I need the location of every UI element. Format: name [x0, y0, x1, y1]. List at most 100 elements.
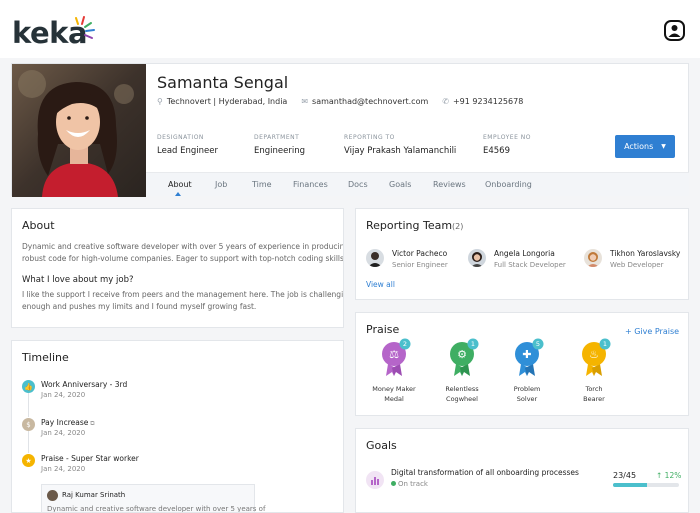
bar-chart-icon [366, 471, 384, 489]
avatar [47, 490, 58, 501]
goals-title: Goals [366, 439, 397, 452]
puzzle-icon: ✚ [515, 338, 544, 376]
department-label: DEPARTMENT [254, 134, 300, 141]
designation-field: DESIGNATION Lead Engineer [157, 134, 218, 156]
reporting-to-label: REPORTING TO [344, 134, 395, 141]
tab-onboarding[interactable]: Onboarding [485, 180, 532, 189]
thumbs-up-icon: 👍 [22, 380, 35, 393]
badge-label: Torch Bearer [570, 384, 618, 404]
location-item: ⚲ Technovert | Hyderabad, India [157, 97, 287, 106]
praise-badge[interactable]: ⚖ 2 Money Maker Medal [370, 338, 418, 404]
timeline-item-date: Jan 24, 2020 [41, 465, 86, 473]
employee-no-label: EMPLOYEE NO [483, 134, 531, 141]
avatar [584, 249, 602, 267]
reporting-team-title-text: Reporting Team [366, 219, 453, 232]
about-title: About [22, 219, 55, 232]
badge-label-line-1: Problem [513, 385, 541, 393]
goal-title[interactable]: Digital transformation of all onboarding… [391, 468, 579, 477]
love-job-text-line-1: I like the support I receive from peers … [22, 290, 344, 299]
chevron-down-icon: ▼ [661, 143, 666, 150]
medal-icon: ⚖ [382, 338, 411, 376]
employee-name: Samanta Sengal [157, 73, 289, 92]
view-all-link[interactable]: View all [366, 280, 395, 289]
goal-progress-bar [613, 483, 679, 487]
team-member-name: Angela Longoria [494, 249, 555, 258]
svg-text:⚙: ⚙ [457, 348, 467, 361]
badge-label-line-2: Cogwheel [446, 395, 478, 403]
tab-docs[interactable]: Docs [348, 180, 368, 189]
svg-text:✚: ✚ [522, 348, 531, 361]
team-member-name: Victor Pacheco [392, 249, 448, 258]
badge-label: Problem Solver [503, 384, 551, 404]
tab-about[interactable]: About [168, 180, 192, 189]
timeline-item-title-text: Pay Increase [41, 418, 89, 427]
team-member-role: Senior Engineer [392, 261, 448, 269]
badge-label-line-1: Relentless [445, 385, 479, 393]
goal-status: On track [391, 480, 428, 488]
praise-badge[interactable]: ♨ 1 Torch Bearer [570, 338, 618, 404]
badge-count: 5 [535, 340, 541, 348]
badge-count: 1 [602, 340, 608, 348]
logo-sparkle-icon [75, 16, 95, 39]
timeline-connector [28, 393, 29, 417]
tab-job[interactable]: Job [215, 180, 227, 189]
reporting-to-value[interactable]: Vijay Prakash Yalamanchili [344, 146, 456, 156]
badge-label: Relentless Cogwheel [438, 384, 486, 404]
tab-time[interactable]: Time [252, 180, 272, 189]
email-item[interactable]: ✉ samanthad@technovert.com [301, 97, 428, 106]
reporting-team-title: Reporting Team(2) [366, 219, 463, 232]
star-badge-icon: ★ [22, 454, 35, 467]
contact-row: ⚲ Technovert | Hyderabad, India ✉ samant… [157, 97, 537, 106]
goal-progress-count: 23/45 [613, 471, 637, 480]
svg-text:♨: ♨ [589, 348, 599, 361]
tab-reviews[interactable]: Reviews [433, 180, 466, 189]
timeline-connector [28, 431, 29, 453]
badge-label: Money Maker Medal [370, 384, 418, 404]
badge-count: 2 [402, 340, 408, 348]
tab-finances[interactable]: Finances [293, 180, 328, 189]
timeline-card: Timeline 👍 Work Anniversary - 3rd Jan 24… [11, 340, 344, 513]
external-link-icon[interactable]: ⧉ [88, 420, 94, 427]
svg-text:⚖: ⚖ [389, 348, 399, 361]
email-text[interactable]: samanthad@technovert.com [312, 97, 428, 106]
location-pin-icon: ⚲ [157, 97, 163, 106]
designation-label: DESIGNATION [157, 134, 204, 141]
reporting-team-card: Reporting Team(2) Victor Pacheco Senior … [355, 208, 689, 300]
praise-card: Praise + Give Praise ⚖ 2 Money Maker Med… [355, 312, 689, 416]
goal-progress-fill [613, 483, 647, 487]
love-job-title: What I love about my job? [22, 275, 134, 285]
profile-tabs: About Job Time Finances Docs Goals Revie… [146, 172, 689, 196]
badge-label-line-1: Torch [585, 385, 603, 393]
give-praise-button[interactable]: + Give Praise [625, 327, 679, 336]
badge-count: 1 [470, 340, 476, 348]
praise-badge[interactable]: ⚙ 1 Relentless Cogwheel [438, 338, 486, 404]
profile-photo [12, 64, 146, 197]
reporting-team-count: (2) [452, 222, 464, 231]
actions-label: Actions [624, 142, 654, 151]
badge-label-line-1: Money Maker [372, 385, 416, 393]
actions-button[interactable]: Actions ▼ [615, 135, 675, 158]
profile-card: Samanta Sengal ⚲ Technovert | Hyderabad,… [11, 63, 689, 197]
user-account-icon[interactable] [664, 20, 685, 41]
team-member-role: Web Developer [610, 261, 664, 269]
badge-label-line-2: Medal [384, 395, 404, 403]
goal-change: ↑ 12% [656, 471, 682, 480]
timeline-item-title: Work Anniversary - 3rd [41, 380, 128, 389]
phone-item[interactable]: ✆ +91 9234125678 [442, 97, 523, 106]
about-text-line-2: robust code for high-volume companies. E… [22, 254, 344, 263]
team-member-role: Full Stack Developer [494, 261, 566, 269]
tab-goals[interactable]: Goals [389, 180, 411, 189]
mail-icon: ✉ [301, 97, 309, 106]
goal-status-text: On track [398, 480, 428, 488]
badge-label-line-2: Solver [516, 395, 538, 403]
praise-badge[interactable]: ✚ 5 Problem Solver [503, 338, 551, 404]
love-job-text-line-2: enough and pushes my limits and I found … [22, 302, 257, 311]
goals-card: Goals Digital transformation of all onbo… [355, 428, 689, 513]
team-member-name: Tikhon Yaroslavsky [610, 249, 681, 258]
phone-text[interactable]: +91 9234125678 [453, 97, 523, 106]
keka-logo[interactable]: keka [12, 14, 102, 48]
status-dot [391, 481, 396, 486]
money-icon: $ [22, 418, 35, 431]
timeline-item-title: Pay Increase ⧉ [41, 418, 95, 428]
department-value: Engineering [254, 146, 305, 156]
